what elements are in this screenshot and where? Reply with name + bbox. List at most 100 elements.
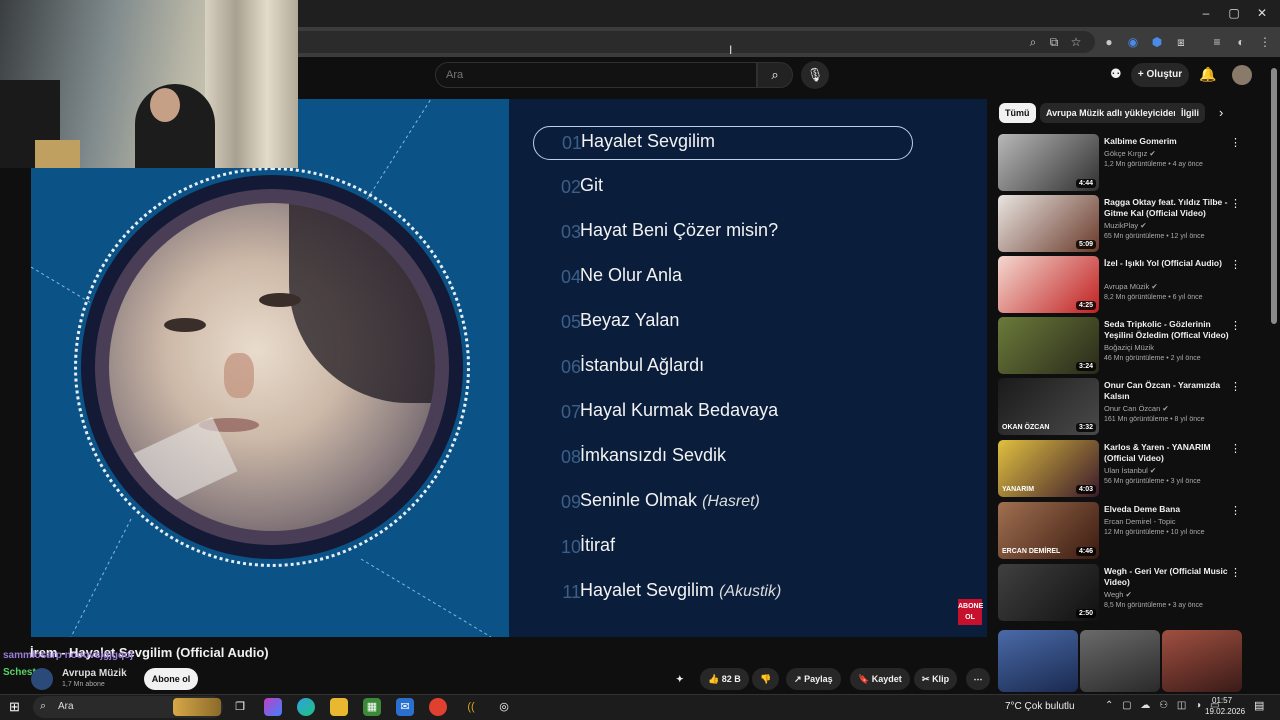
- account-avatar[interactable]: [1232, 65, 1252, 85]
- mail-icon[interactable]: ✉: [396, 698, 414, 716]
- chrome-icon[interactable]: [429, 698, 447, 716]
- share-button[interactable]: ↗ Paylaş: [786, 668, 841, 690]
- recommendation-channel[interactable]: Ulan İstanbul ✔: [1104, 466, 1156, 475]
- short-thumbnail[interactable]: [998, 630, 1078, 692]
- recommendation-meta: 12 Mn görüntüleme • 10 yıl önce: [1104, 529, 1205, 536]
- zoom-icon[interactable]: ⌕: [1025, 34, 1041, 50]
- chip-from-uploader[interactable]: Avrupa Müzik adlı yükleyiciden: [1040, 103, 1185, 123]
- recommendation-title[interactable]: Karlos & Yaren - YANARIM (Official Video…: [1104, 442, 1234, 464]
- recommendation-item[interactable]: 3:24 Seda Tripkolic - Gözlerinin Yeşilini…: [998, 317, 1248, 375]
- recommendation-channel[interactable]: Ercan Demirel - Topic: [1104, 517, 1176, 526]
- thumbnail-caption: ERCAN DEMİREL: [1002, 548, 1061, 555]
- video-thumbnail[interactable]: 2:50: [998, 564, 1099, 621]
- extension-icon[interactable]: ◉: [1125, 34, 1141, 50]
- recommendation-title[interactable]: Seda Tripkolic - Gözlerinin Yeşilini Özl…: [1104, 319, 1234, 341]
- more-options-icon[interactable]: ⋮: [1230, 319, 1241, 332]
- file-explorer-icon[interactable]: [330, 698, 348, 716]
- more-options-icon[interactable]: ⋮: [1230, 566, 1241, 579]
- ask-ai-icon[interactable]: ✦: [676, 668, 684, 690]
- recommendation-channel[interactable]: Boğaziçi Müzik: [1104, 343, 1154, 352]
- notification-center-icon[interactable]: ▤: [1254, 699, 1264, 712]
- more-actions-button[interactable]: ⋯: [966, 668, 990, 690]
- chevron-right-icon[interactable]: ›: [1219, 105, 1223, 120]
- edge-icon[interactable]: [297, 698, 315, 716]
- extensions-puzzle-icon[interactable]: ⧆: [1173, 34, 1189, 50]
- extension-icon[interactable]: ●: [1101, 34, 1117, 50]
- clock-time[interactable]: 01:57: [1212, 696, 1232, 705]
- notifications-bell-icon[interactable]: 🔔: [1199, 66, 1216, 83]
- short-thumbnail[interactable]: [1162, 630, 1242, 692]
- channel-name[interactable]: Avrupa Müzik: [62, 668, 127, 679]
- profile-icon[interactable]: ◐: [1233, 34, 1249, 50]
- menu-icon[interactable]: ⋮: [1257, 34, 1273, 50]
- store-icon[interactable]: ▦: [363, 698, 381, 716]
- recommendation-meta: 161 Mn görüntüleme • 8 yıl önce: [1104, 416, 1205, 423]
- voice-search-button[interactable]: 🎙: [801, 61, 829, 89]
- recommendation-item[interactable]: YANARIM 4:03 Karlos & Yaren - YANARIM (Off…: [998, 440, 1248, 498]
- recommendation-channel[interactable]: Wegh ✔: [1104, 590, 1132, 599]
- chip-related[interactable]: İlgili: [1175, 103, 1205, 123]
- address-bar[interactable]: [240, 31, 1095, 53]
- reading-list-icon[interactable]: ≡: [1209, 34, 1225, 50]
- weather-widget[interactable]: 7°C Çok bulutlu: [1005, 701, 1075, 712]
- recommendation-item[interactable]: 4:44 Kalbime Gomerim Gökçe Kırgız ✔ 1,2 Mn …: [998, 134, 1248, 192]
- thumbnail-caption: OKAN ÖZCAN: [1002, 424, 1050, 431]
- clock-date[interactable]: 19.02.2026: [1205, 707, 1245, 716]
- clip-button[interactable]: ✂ Klip: [914, 668, 958, 690]
- recommendation-channel[interactable]: Gökçe Kırgız ✔: [1104, 149, 1156, 158]
- recommendation-channel[interactable]: Avrupa Müzik ✔: [1104, 282, 1158, 291]
- bookmark-star-icon[interactable]: ☆: [1068, 34, 1084, 50]
- search-button[interactable]: ⌕: [757, 62, 793, 88]
- minimize-icon[interactable]: –: [1198, 5, 1214, 21]
- video-player[interactable]: 01 Hayalet Sevgilim 02 Git 03 Hayat Beni…: [31, 99, 987, 637]
- recommendation-item[interactable]: 5:09 Ragga Oktay feat. Yıldız Tilbe - Git…: [998, 195, 1248, 253]
- extension-icon[interactable]: ⬢: [1149, 34, 1165, 50]
- subscribe-button[interactable]: Abone ol: [144, 668, 198, 690]
- chip-all[interactable]: Tümü: [999, 103, 1036, 123]
- more-options-icon[interactable]: ⋮: [1230, 442, 1241, 455]
- more-options-icon[interactable]: ⋮: [1230, 136, 1241, 149]
- audio-app-icon[interactable]: ((: [462, 698, 480, 716]
- recommendation-channel[interactable]: Onur Can Özcan ✔: [1104, 404, 1169, 413]
- cast-icon[interactable]: ⚉: [1110, 66, 1122, 82]
- recommendation-title[interactable]: Ragga Oktay feat. Yıldız Tilbe - Gitme K…: [1104, 197, 1234, 219]
- recommendation-item[interactable]: OKAN ÖZCAN 3:32 Onur Can Özcan - Yaramızda…: [998, 378, 1248, 436]
- search-box[interactable]: [435, 62, 757, 88]
- recommendation-title[interactable]: İzel - Işıklı Yol (Official Audio): [1104, 258, 1234, 269]
- video-thumbnail[interactable]: ERCAN DEMİREL 4:46: [998, 502, 1099, 559]
- subscribe-watermark[interactable]: ABONE OL: [958, 599, 983, 625]
- cast-screen-icon[interactable]: ⧉: [1046, 34, 1062, 50]
- more-options-icon[interactable]: ⋮: [1230, 504, 1241, 517]
- more-options-icon[interactable]: ⋮: [1230, 197, 1241, 210]
- video-thumbnail[interactable]: 3:24: [998, 317, 1099, 374]
- save-button[interactable]: 🔖 Kaydet: [850, 668, 910, 690]
- channel-avatar[interactable]: [31, 668, 53, 690]
- scrollbar[interactable]: [1271, 68, 1277, 324]
- recommendation-item[interactable]: ERCAN DEMİREL 4:46 Elveda Deme Bana Ercan D…: [998, 502, 1248, 560]
- recommendation-title[interactable]: Wegh - Geri Ver (Official Music Video): [1104, 566, 1234, 588]
- video-thumbnail[interactable]: OKAN ÖZCAN 3:32: [998, 378, 1099, 435]
- recommendation-channel[interactable]: MuzikPlay ✔: [1104, 221, 1147, 230]
- more-options-icon[interactable]: ⋮: [1230, 380, 1241, 393]
- copilot-icon[interactable]: [264, 698, 282, 716]
- video-thumbnail[interactable]: YANARIM 4:03: [998, 440, 1099, 497]
- video-thumbnail[interactable]: 4:44: [998, 134, 1099, 191]
- video-thumbnail[interactable]: 5:09: [998, 195, 1099, 252]
- close-icon[interactable]: ✕: [1254, 5, 1270, 21]
- recommendation-item[interactable]: 4:25 İzel - Işıklı Yol (Official Audio) Av…: [998, 256, 1248, 314]
- dislike-button[interactable]: 👎: [752, 668, 780, 690]
- recommendation-title[interactable]: Elveda Deme Bana: [1104, 504, 1234, 515]
- create-button[interactable]: + Oluştur: [1131, 63, 1189, 87]
- windows-start-icon[interactable]: ⊞: [9, 699, 20, 715]
- obs-icon[interactable]: ◎: [495, 698, 513, 716]
- maximize-icon[interactable]: ▢: [1226, 5, 1242, 21]
- like-button[interactable]: 👍 82 B: [700, 668, 749, 690]
- recommendation-item[interactable]: 2:50 Wegh - Geri Ver (Official Music Vide…: [998, 564, 1248, 622]
- recommendation-title[interactable]: Onur Can Özcan - Yaramızda Kalsın: [1104, 380, 1234, 402]
- search-input[interactable]: [436, 63, 756, 87]
- more-options-icon[interactable]: ⋮: [1230, 258, 1241, 271]
- short-thumbnail[interactable]: [1080, 630, 1160, 692]
- video-thumbnail[interactable]: 4:25: [998, 256, 1099, 313]
- recommendation-title[interactable]: Kalbime Gomerim: [1104, 136, 1234, 147]
- task-view-icon[interactable]: ❐: [231, 698, 249, 716]
